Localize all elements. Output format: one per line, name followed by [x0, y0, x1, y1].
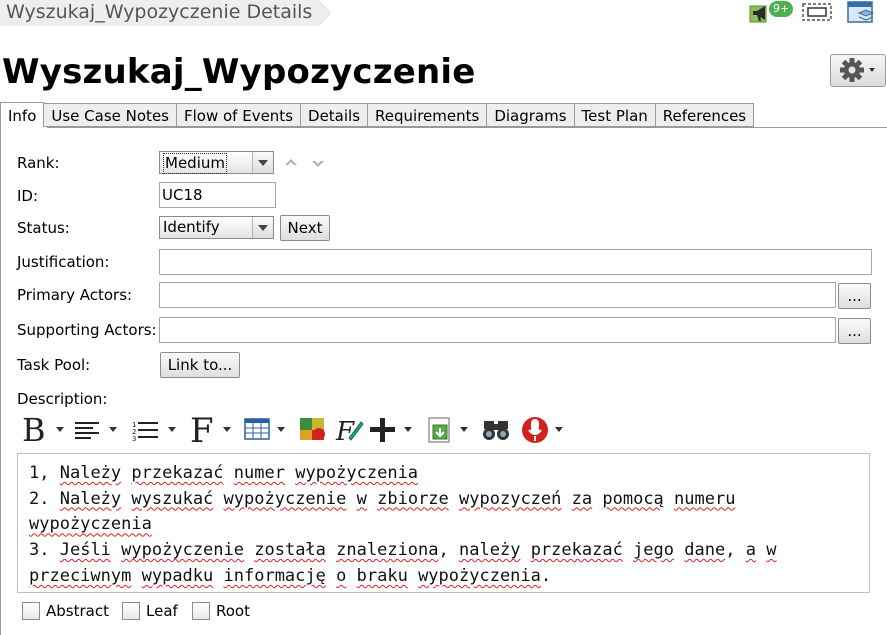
- tab-divider: [0, 127, 887, 128]
- leaf-label: Leaf: [146, 602, 178, 620]
- tab-references[interactable]: References: [655, 103, 755, 127]
- gear-icon: [840, 58, 875, 82]
- supporting-actors-label: Supporting Actors:: [17, 321, 157, 339]
- primary-actors-field[interactable]: [159, 282, 836, 308]
- tab-use-case-notes[interactable]: Use Case Notes: [44, 103, 177, 127]
- description-text: 1, Należy przekazać numer wypożyczenia 2.…: [29, 461, 861, 590]
- primary-actors-label: Primary Actors:: [17, 286, 133, 304]
- tab-details[interactable]: Details: [301, 103, 369, 127]
- root-label: Root: [216, 602, 250, 620]
- id-label: ID:: [17, 187, 39, 205]
- chevron-down-icon: [252, 152, 273, 173]
- tab-flow-of-events[interactable]: Flow of Events: [176, 103, 302, 127]
- link-to-button[interactable]: Link to...: [160, 352, 240, 378]
- rank-label: Rank:: [17, 154, 60, 172]
- svg-text:F: F: [335, 417, 355, 447]
- tab-requirements[interactable]: Requirements: [368, 103, 488, 127]
- tab-divider-gap: [1, 127, 47, 128]
- formula-icon[interactable]: F: [335, 410, 365, 450]
- move-up-icon[interactable]: [283, 155, 299, 173]
- description-line: 2. Należy wyszukać wypożyczenie w zbiorz…: [29, 488, 736, 535]
- justification-label: Justification:: [17, 253, 110, 271]
- svg-text:F: F: [190, 411, 214, 450]
- panel-border: [0, 128, 1, 635]
- next-button[interactable]: Next: [280, 215, 330, 241]
- stack-icon[interactable]: [846, 0, 876, 24]
- list-icon[interactable]: 1 2 3: [132, 410, 178, 450]
- abstract-checkbox[interactable]: [22, 602, 40, 620]
- justification-field[interactable]: [159, 249, 872, 275]
- spellcheck-icon[interactable]: [521, 410, 567, 450]
- tab-diagrams[interactable]: Diagrams: [487, 103, 575, 127]
- status-value: Identify: [163, 218, 220, 236]
- breadcrumb-arrow: [318, 0, 330, 26]
- supporting-actors-field[interactable]: [159, 317, 836, 343]
- abstract-label: Abstract: [46, 602, 109, 620]
- task-pool-label: Task Pool:: [17, 356, 91, 374]
- breadcrumb[interactable]: Wyszukaj_Wypozyczenie Details: [0, 0, 319, 26]
- font-icon[interactable]: F: [190, 410, 234, 451]
- tab-test-plan[interactable]: Test Plan: [574, 103, 656, 127]
- description-label: Description:: [17, 390, 108, 408]
- status-select[interactable]: Identify: [159, 216, 274, 239]
- root-checkbox[interactable]: [192, 602, 210, 620]
- description-line: 3. Jeśli wypożyczenie została znaleziona…: [29, 540, 777, 586]
- tab-info[interactable]: Info: [0, 102, 45, 128]
- table-icon[interactable]: [244, 410, 290, 450]
- status-label: Status:: [17, 219, 70, 237]
- id-field[interactable]: UC18: [159, 182, 276, 208]
- insert-icon[interactable]: [370, 410, 416, 450]
- svg-text:B: B: [22, 411, 46, 449]
- layout-icon[interactable]: [800, 0, 834, 24]
- tab-bar: Info Use Case Notes Flow of Events Detai…: [0, 102, 755, 128]
- leaf-checkbox[interactable]: [122, 602, 140, 620]
- description-editor[interactable]: 1, Należy przekazać numer wypożyczenia 2.…: [17, 453, 870, 593]
- color-icon[interactable]: [299, 410, 329, 450]
- chevron-down-icon: [252, 217, 273, 238]
- svg-text:3: 3: [132, 435, 136, 443]
- export-icon[interactable]: [426, 410, 472, 450]
- page-title: Wyszukaj_Wypozyczenie: [2, 52, 476, 92]
- chevron-down-icon: [869, 68, 875, 72]
- rank-select[interactable]: Medium: [159, 151, 274, 174]
- primary-actors-browse-button[interactable]: ...: [838, 283, 871, 309]
- description-line: 1, Należy przekazać numer wypożyczenia: [29, 463, 419, 483]
- align-icon[interactable]: [73, 410, 119, 450]
- bold-icon[interactable]: B: [20, 410, 64, 450]
- find-icon[interactable]: [481, 410, 513, 450]
- move-down-icon[interactable]: [310, 157, 326, 175]
- settings-button[interactable]: [830, 54, 886, 87]
- breadcrumb-label: Wyszukaj_Wypozyczenie Details: [6, 1, 313, 23]
- notification-badge: 9+: [768, 0, 795, 18]
- supporting-actors-browse-button[interactable]: ...: [838, 318, 871, 344]
- rank-value: Medium: [163, 153, 227, 174]
